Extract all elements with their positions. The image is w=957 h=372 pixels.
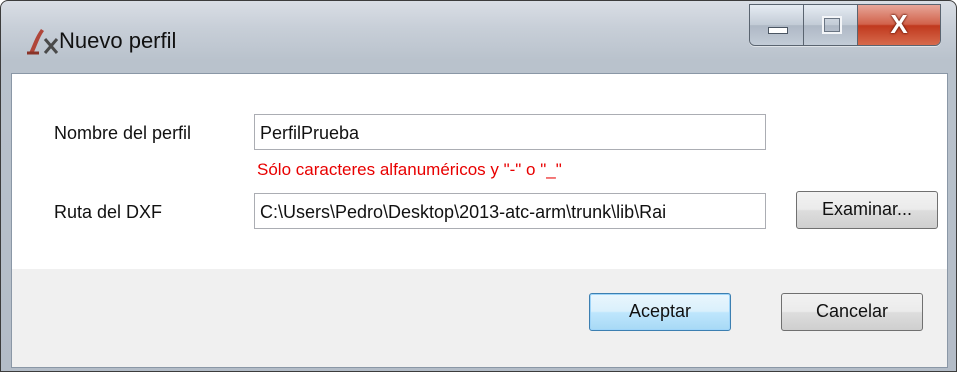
profile-name-label: Nombre del perfil bbox=[54, 123, 192, 143]
form-panel: Nombre del perfil PerfilPrueba Sólo cara… bbox=[12, 74, 947, 269]
maximize-button[interactable] bbox=[804, 5, 858, 45]
caption-buttons: X bbox=[749, 4, 941, 46]
validation-message: Sólo caracteres alfanuméricos y "-" o "_… bbox=[257, 160, 562, 179]
dxf-path-label: Ruta del DXF bbox=[54, 202, 163, 222]
maximize-icon bbox=[822, 16, 842, 34]
profile-name-input[interactable]: PerfilPrueba bbox=[254, 114, 766, 150]
accept-button[interactable]: Aceptar bbox=[589, 293, 731, 331]
cancel-button[interactable]: Cancelar bbox=[781, 293, 923, 331]
dxf-path-input[interactable]: C:\Users\Pedro\Desktop\2013-atc-arm\trun… bbox=[254, 193, 766, 229]
title-bar[interactable]: Nuevo perfil X bbox=[1, 1, 956, 73]
dialog-client-area: Nombre del perfil PerfilPrueba Sólo cara… bbox=[11, 73, 948, 368]
dialog-window: Nuevo perfil X Nombre del perfil PerfilP… bbox=[0, 0, 957, 372]
window-title: Nuevo perfil bbox=[59, 28, 177, 53]
minimize-button[interactable] bbox=[750, 5, 804, 45]
close-icon: X bbox=[890, 9, 908, 39]
profile-app-icon bbox=[27, 29, 59, 55]
minimize-icon bbox=[768, 27, 788, 34]
browse-button[interactable]: Examinar... bbox=[796, 191, 938, 229]
close-button[interactable]: X bbox=[858, 5, 940, 45]
